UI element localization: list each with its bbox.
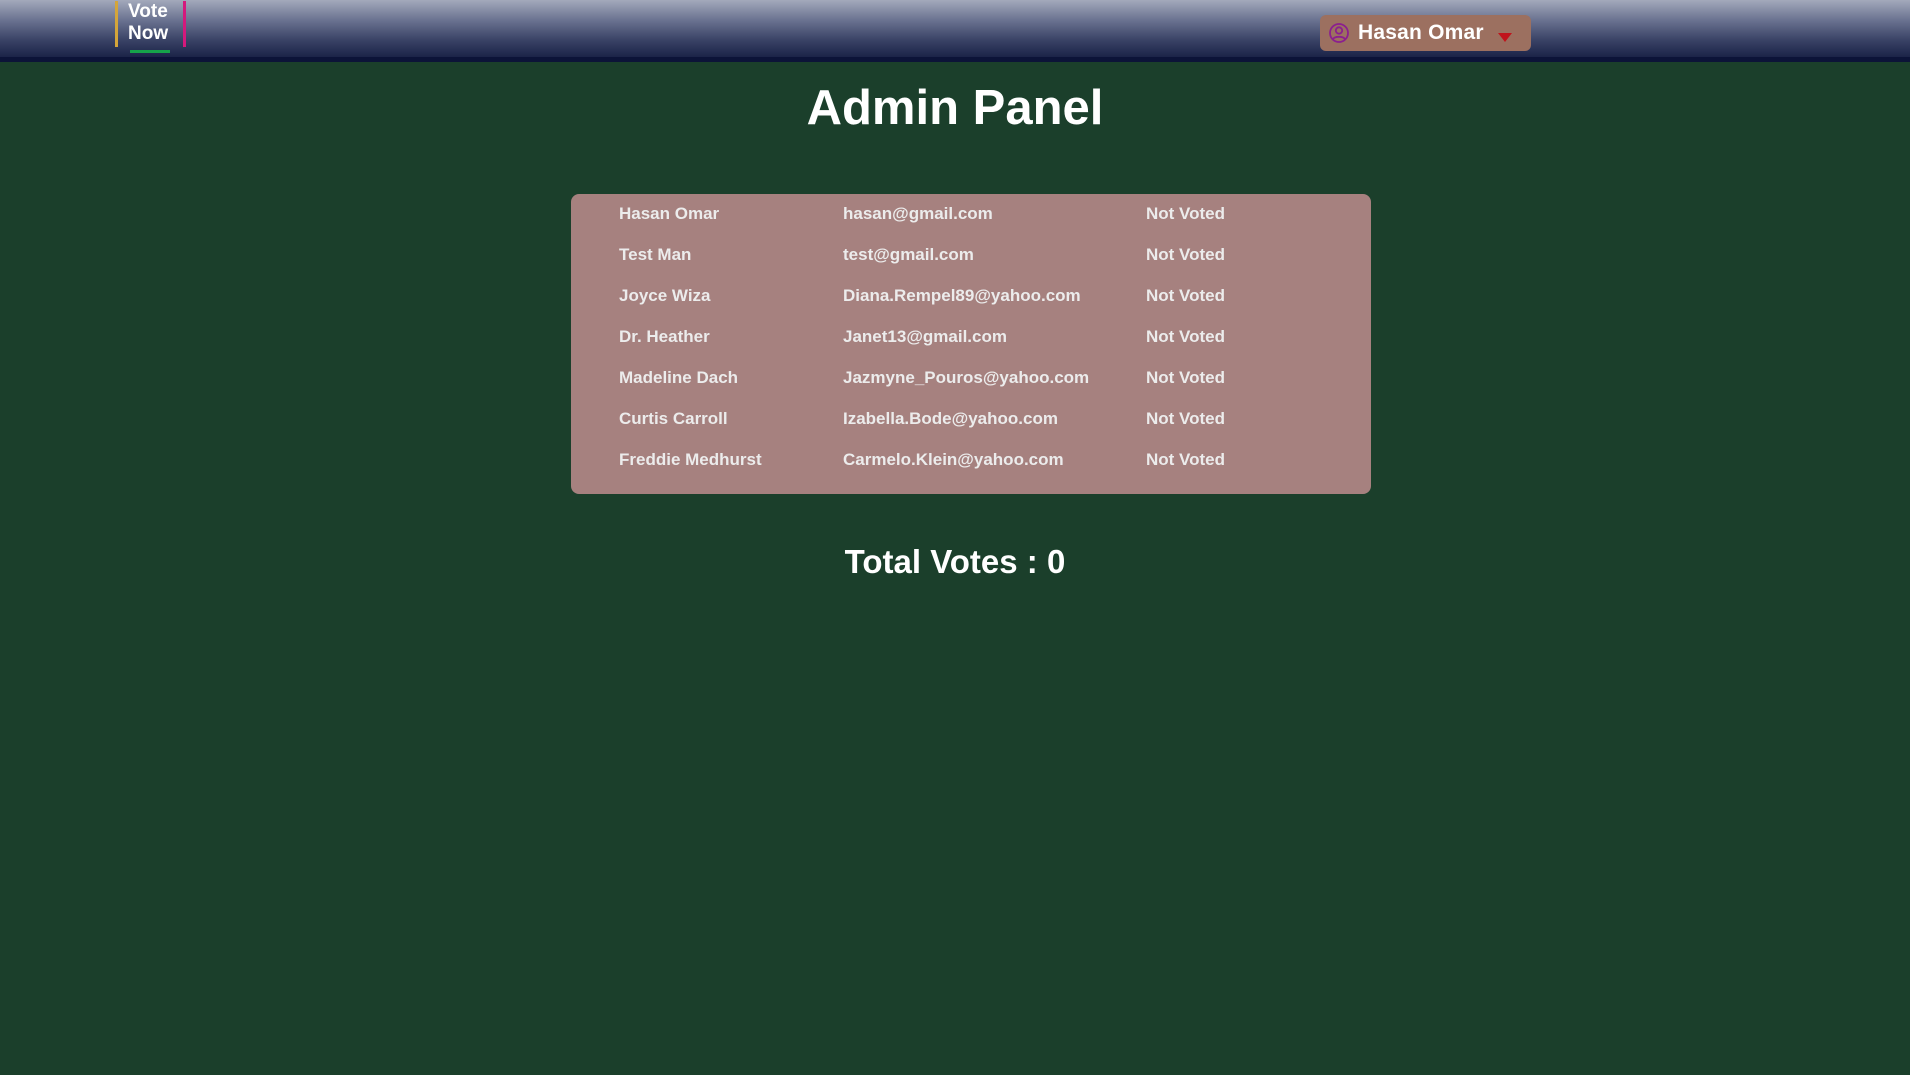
user-name: Hasan Omar (1358, 21, 1484, 44)
vote-status-cell: Not Voted (1146, 245, 1226, 264)
vote-status-cell: Not Voted (1146, 204, 1226, 223)
user-name-cell: Hasan Omar (619, 204, 720, 223)
vote-status-cell: Not Voted (1146, 450, 1226, 469)
user-email-cell: Janet13@gmail.com (843, 327, 1007, 346)
user-email-cell: Carmelo.Klein@yahoo.com (843, 450, 1064, 469)
top-navbar: Vote Now Hasan Omar (0, 0, 1910, 62)
user-name-cell: Test Man (619, 245, 692, 264)
total-votes: Total Votes : 0 (844, 543, 1066, 580)
caret-down-icon (1497, 32, 1512, 42)
user-email-cell: Izabella.Bode@yahoo.com (843, 409, 1058, 428)
table-row: Dr. Heather Janet13@gmail.com Not Voted (571, 328, 1371, 369)
user-name-cell: Joyce Wiza (619, 286, 711, 305)
logo-line-now: Now (128, 23, 169, 44)
user-email-cell: Diana.Rempel89@yahoo.com (843, 286, 1081, 305)
table-row: Joyce Wiza Diana.Rempel89@yahoo.com Not … (571, 287, 1371, 328)
users-table: Hasan Omar hasan@gmail.com Not Voted Tes… (571, 194, 1371, 494)
table-row: Freddie Medhurst Carmelo.Klein@yahoo.com… (571, 451, 1371, 492)
page-title: Admin Panel (806, 81, 1104, 135)
logo-underline (130, 50, 170, 53)
user-name-cell: Madeline Dach (619, 368, 739, 387)
vote-status-cell: Not Voted (1146, 286, 1226, 305)
user-email-cell: Jazmyne_Pouros@yahoo.com (843, 368, 1090, 387)
user-menu-button[interactable]: Hasan Omar (1320, 15, 1531, 51)
user-email-cell: hasan@gmail.com (843, 204, 993, 223)
table-row: Madeline Dach Jazmyne_Pouros@yahoo.com N… (571, 369, 1371, 410)
table-row: Hasan Omar hasan@gmail.com Not Voted (571, 205, 1371, 246)
user-name-cell: Freddie Medhurst (619, 450, 762, 469)
vote-status-cell: Not Voted (1146, 409, 1226, 428)
user-name-cell: Dr. Heather (619, 327, 710, 346)
user-email-cell: test@gmail.com (843, 245, 974, 264)
logo-line-vote: Vote (128, 1, 168, 22)
vote-status-cell: Not Voted (1146, 368, 1226, 387)
vote-status-cell: Not Voted (1146, 327, 1226, 346)
table-row: Test Man test@gmail.com Not Voted (571, 246, 1371, 287)
table-row: Curtis Carroll Izabella.Bode@yahoo.com N… (571, 410, 1371, 451)
user-circle-icon (1328, 22, 1350, 44)
user-name-cell: Curtis Carroll (619, 409, 728, 428)
logo[interactable]: Vote Now (115, 1, 186, 53)
